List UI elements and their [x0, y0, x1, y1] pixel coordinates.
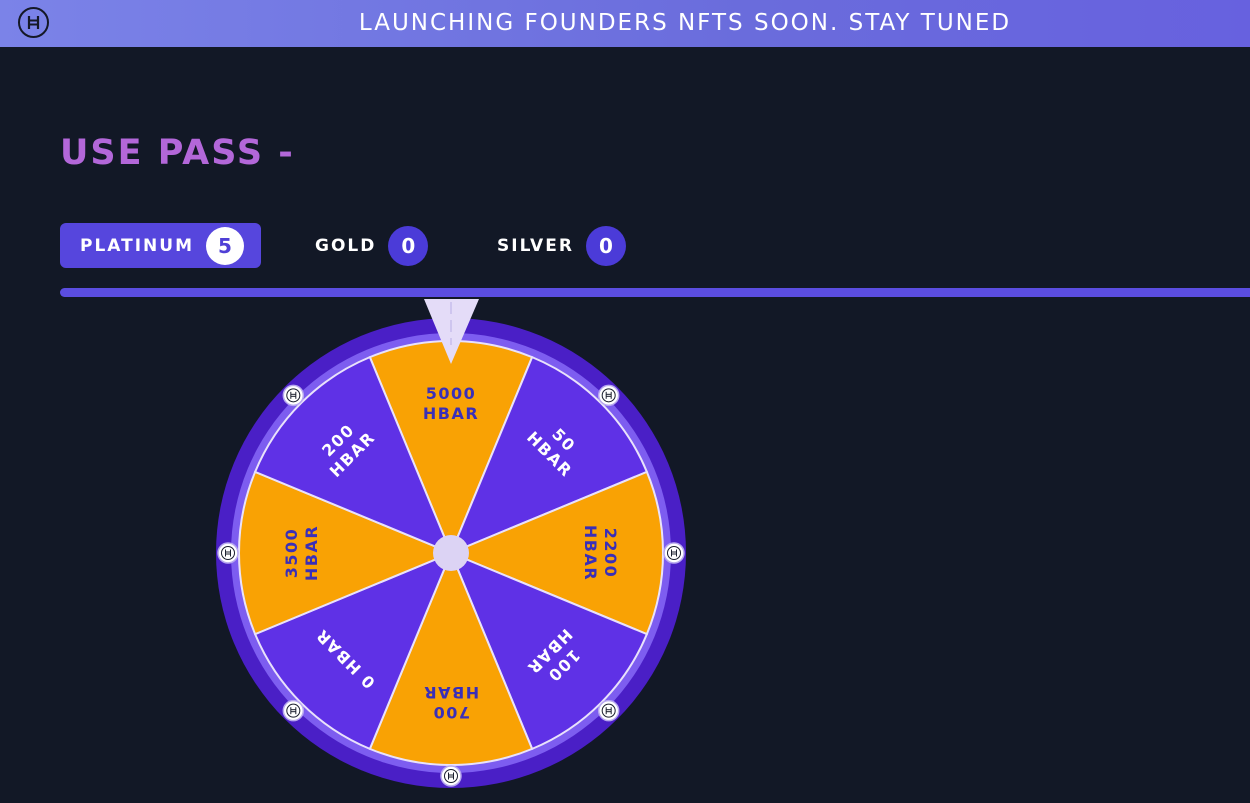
- segment-label-text: 3500: [282, 528, 301, 579]
- segment-label: 2200HBAR: [581, 525, 620, 581]
- prize-wheel[interactable]: 5000HBAR50HBAR2200HBAR100HBAR700HBAR0 HB…: [0, 0, 1250, 803]
- hbar-coin-icon: [597, 699, 620, 722]
- segment-label-text: 5000: [426, 384, 477, 403]
- hbar-coin-icon: [282, 699, 305, 722]
- segment-label-text: HBAR: [423, 683, 479, 702]
- segment-label-text: HBAR: [423, 404, 479, 423]
- segment-label-text: 2200: [601, 528, 620, 579]
- hbar-coin-icon: [282, 384, 305, 407]
- segment-label-text: 700: [432, 703, 470, 722]
- segment-label-text: HBAR: [302, 525, 321, 581]
- hbar-coin-icon: [663, 542, 685, 564]
- segment-label-text: HBAR: [581, 525, 600, 581]
- hbar-coin-icon: [440, 765, 462, 787]
- hbar-coin-icon: [217, 542, 239, 564]
- hbar-coin-icon: [597, 384, 620, 407]
- segment-label: 3500 HBAR: [282, 525, 321, 581]
- segment-label: 5000HBAR: [423, 384, 479, 423]
- wheel-hub[interactable]: [433, 535, 469, 571]
